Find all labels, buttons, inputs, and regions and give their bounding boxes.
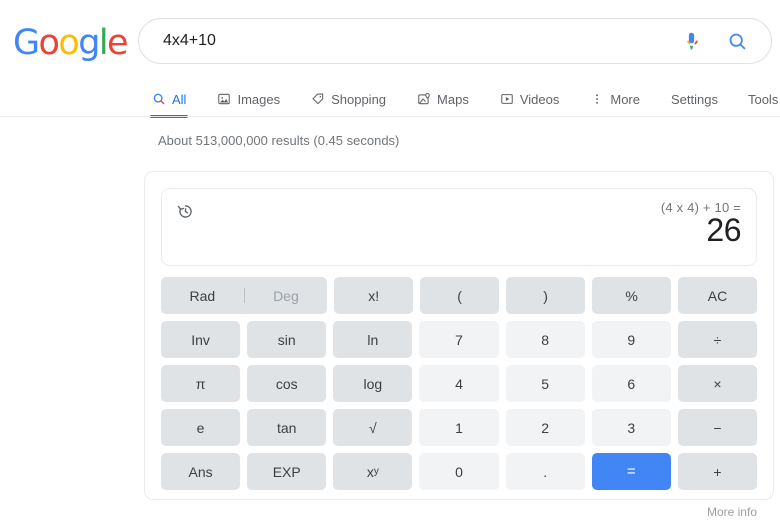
key-equals[interactable]: = — [591, 453, 671, 490]
tab-more[interactable]: More — [590, 82, 653, 116]
result-stats: About 513,000,000 results (0.45 seconds) — [158, 133, 400, 148]
tab-label: More — [610, 91, 640, 107]
keypad-row: π cos log 4 5 6 × — [161, 365, 757, 402]
search-input[interactable] — [161, 20, 669, 62]
google-logo[interactable]: Google — [13, 23, 129, 63]
key-answer[interactable]: Ans — [161, 453, 241, 490]
settings-button[interactable]: Settings — [671, 92, 718, 107]
key-add[interactable]: + — [677, 453, 757, 490]
key-percent[interactable]: % — [592, 277, 672, 314]
key-digit-9[interactable]: 9 — [591, 321, 671, 358]
key-digit-0[interactable]: 0 — [419, 453, 499, 490]
logo-letter: e — [106, 23, 129, 63]
search-icon — [152, 92, 166, 106]
tab-label: Videos — [519, 91, 560, 107]
key-ln[interactable]: ln — [333, 321, 413, 358]
nav-divider — [0, 116, 780, 117]
key-sin[interactable]: sin — [247, 321, 327, 358]
page-header: Google — [0, 0, 780, 78]
search-bar[interactable] — [138, 18, 772, 64]
logo-letter: G — [13, 23, 40, 63]
key-all-clear[interactable]: AC — [678, 277, 757, 314]
map-pin-icon — [417, 92, 431, 106]
search-icon[interactable] — [715, 19, 759, 63]
video-play-icon — [500, 92, 514, 106]
calculator-display: (4 x 4) + 10 = 26 — [161, 188, 757, 266]
nav-tools: Settings Tools — [671, 92, 778, 107]
history-clock-icon[interactable] — [176, 202, 195, 226]
rad-deg-toggle[interactable]: Rad Deg — [161, 277, 328, 314]
key-tan[interactable]: tan — [247, 409, 327, 446]
key-exponent[interactable]: EXP — [247, 453, 327, 490]
key-digit-3[interactable]: 3 — [591, 409, 671, 446]
logo-letter: o — [38, 23, 60, 63]
key-digit-2[interactable]: 2 — [505, 409, 585, 446]
tab-shopping[interactable]: Shopping — [311, 82, 399, 116]
search-results-page: Google 4x4+10 All Images Shopping Maps V… — [0, 0, 780, 531]
calculator-card: (4 x 4) + 10 = 26 Rad Deg x! ( ) % AC In… — [144, 171, 774, 500]
more-info-link[interactable]: More info — [707, 505, 757, 519]
tab-label: Maps — [437, 91, 469, 107]
key-factorial[interactable]: x! — [334, 277, 414, 314]
keypad-row: e tan √ 1 2 3 − — [161, 409, 757, 446]
logo-letter: o — [58, 23, 79, 63]
key-digit-7[interactable]: 7 — [419, 321, 499, 358]
tab-maps[interactable]: Maps — [417, 82, 482, 116]
key-log[interactable]: log — [333, 365, 413, 402]
tab-label: All — [172, 91, 187, 107]
key-digit-6[interactable]: 6 — [591, 365, 671, 402]
tag-icon — [311, 92, 325, 106]
calculator-keypad: Rad Deg x! ( ) % AC Inv sin ln 7 8 9 ÷ π… — [161, 277, 757, 490]
key-power[interactable]: xy — [333, 453, 413, 490]
keypad-row: Inv sin ln 7 8 9 ÷ — [161, 321, 757, 358]
logo-letter: l — [98, 23, 109, 63]
calculator-result: 26 — [706, 212, 741, 248]
key-digit-8[interactable]: 8 — [505, 321, 585, 358]
key-divide[interactable]: ÷ — [677, 321, 757, 358]
key-multiply[interactable]: × — [677, 365, 757, 402]
key-open-paren[interactable]: ( — [420, 277, 500, 314]
key-pi[interactable]: π — [161, 365, 241, 402]
key-cos[interactable]: cos — [247, 365, 327, 402]
tools-button[interactable]: Tools — [748, 92, 778, 107]
tab-videos[interactable]: Videos — [500, 82, 573, 116]
tab-label: Images — [237, 91, 281, 107]
deg-option[interactable]: Deg — [245, 288, 328, 304]
key-digit-4[interactable]: 4 — [419, 365, 499, 402]
key-digit-5[interactable]: 5 — [505, 365, 585, 402]
key-decimal-point[interactable]: . — [505, 453, 585, 490]
nav-tabs: All Images Shopping Maps Videos More — [149, 82, 671, 118]
image-icon — [217, 92, 231, 106]
key-subtract[interactable]: − — [677, 409, 757, 446]
tab-all[interactable]: All — [149, 82, 199, 118]
tab-images[interactable]: Images — [217, 82, 293, 116]
key-close-paren[interactable]: ) — [506, 277, 586, 314]
key-power-base: x — [366, 463, 374, 480]
key-inverse[interactable]: Inv — [161, 321, 241, 358]
rad-option[interactable]: Rad — [161, 288, 244, 304]
more-vertical-icon — [590, 92, 604, 106]
key-euler[interactable]: e — [161, 409, 241, 446]
tab-label: Shopping — [331, 91, 387, 107]
keypad-row: Ans EXP xy 0 . = + — [161, 453, 757, 490]
logo-letter: g — [78, 23, 100, 63]
microphone-icon[interactable] — [669, 19, 713, 63]
key-square-root[interactable]: √ — [333, 409, 413, 446]
keypad-row: Rad Deg x! ( ) % AC — [161, 277, 757, 314]
key-digit-1[interactable]: 1 — [419, 409, 499, 446]
search-nav: All Images Shopping Maps Videos More Set… — [0, 82, 780, 118]
